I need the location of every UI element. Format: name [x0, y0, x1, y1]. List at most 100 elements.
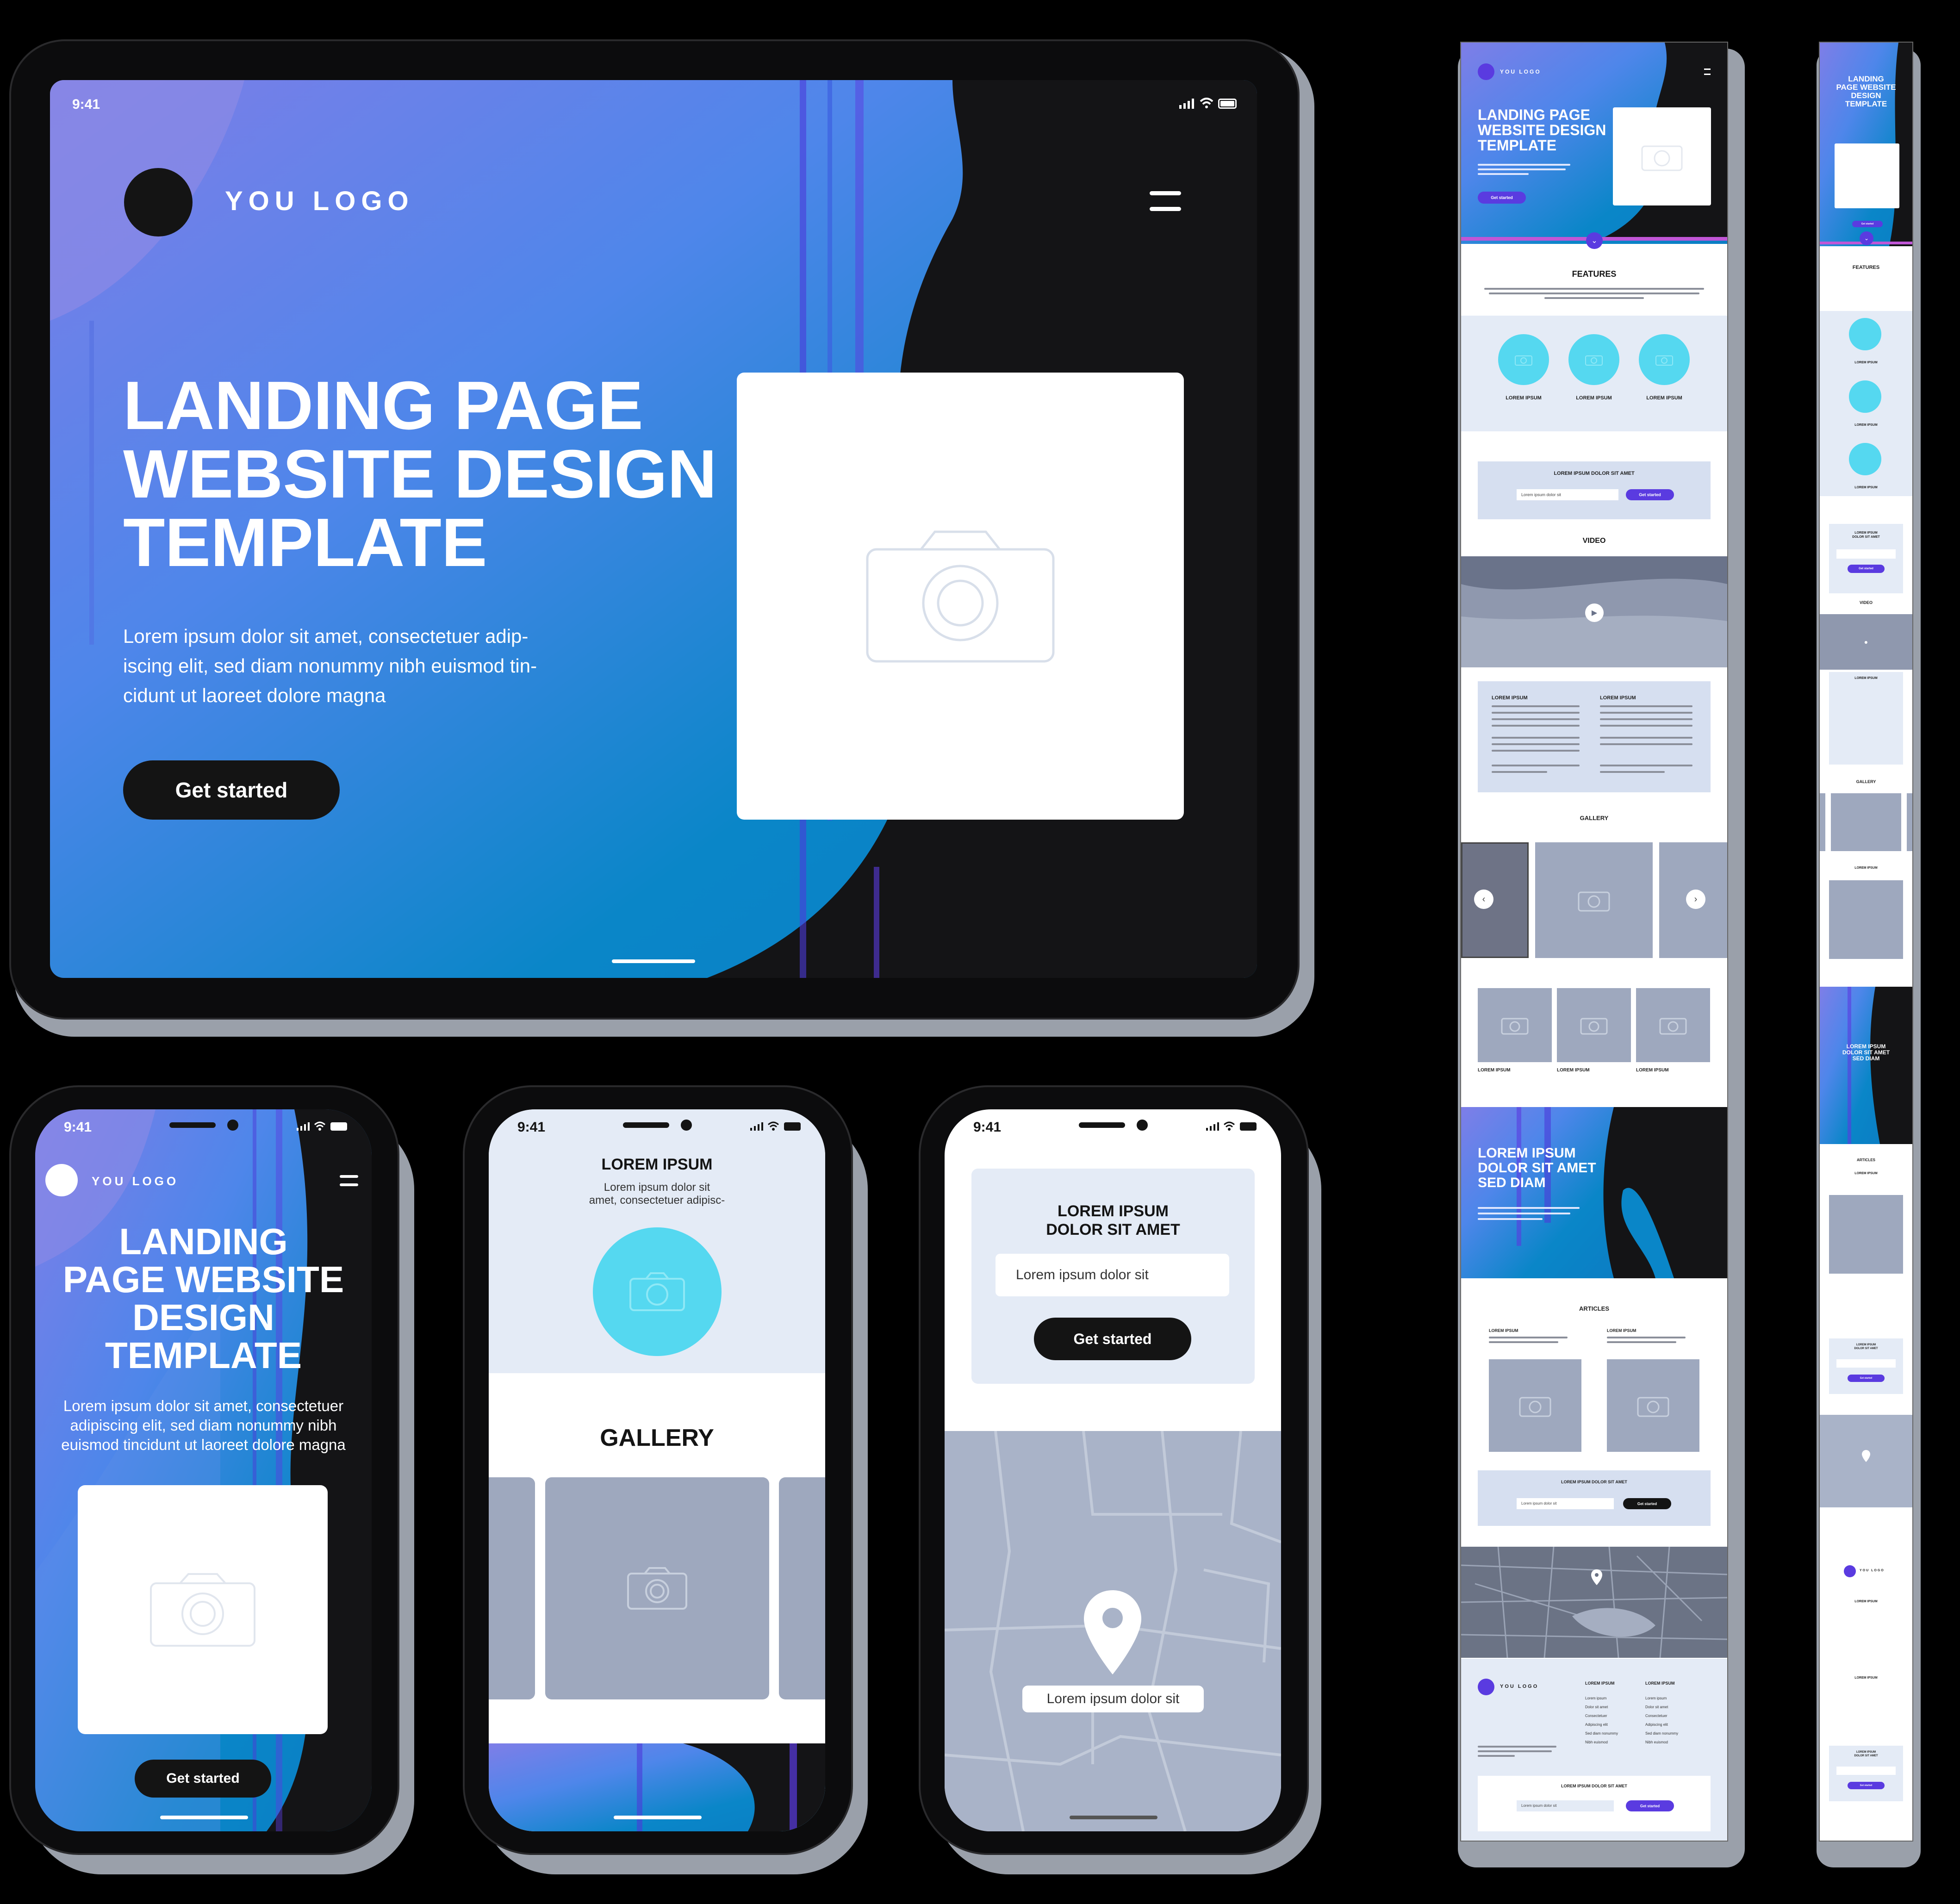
text-title: LOREM IPSUM [1854, 677, 1878, 680]
get-started-button[interactable]: Get started [1848, 565, 1885, 573]
logo-mark[interactable] [1844, 1565, 1856, 1577]
text-placeholder [1478, 1213, 1570, 1214]
logo-mark[interactable] [1478, 1679, 1494, 1695]
gallery-side-image[interactable] [489, 1477, 535, 1699]
hamburger-icon[interactable] [340, 1175, 358, 1186]
phone3-status-time: 9:41 [973, 1120, 1002, 1135]
camera-icon [1641, 145, 1683, 171]
get-started-button[interactable]: Get started [1848, 1375, 1885, 1382]
phone3-camera [1137, 1120, 1148, 1131]
get-started-button[interactable]: Get started [1626, 1800, 1674, 1811]
home-indicator [614, 1816, 702, 1819]
chevron-right-icon[interactable]: › [1686, 890, 1705, 909]
get-started-button[interactable]: Get started [135, 1760, 271, 1798]
form-input[interactable] [1836, 549, 1896, 559]
form-input[interactable]: Lorem ipsum dolor sit [996, 1254, 1229, 1296]
text-placeholder [1478, 1750, 1552, 1752]
form-title-line: LOREM IPSUM [1856, 1344, 1876, 1346]
article-image[interactable] [1829, 1195, 1903, 1274]
camera-icon [1580, 1018, 1608, 1035]
footer-logo-text[interactable]: YOU LOGO [1860, 1569, 1885, 1572]
footer-link[interactable]: Nibh euismod [1645, 1738, 1678, 1747]
thumb-image[interactable] [1478, 988, 1552, 1062]
phone2-notch [623, 1122, 669, 1128]
footer-link[interactable]: Dolor sit amet [1585, 1703, 1618, 1711]
gallery-title: GALLERY [600, 1425, 714, 1451]
form-input[interactable] [1836, 1767, 1896, 1775]
gallery-main-image[interactable] [545, 1477, 769, 1699]
chevron-left-icon[interactable]: ‹ [1474, 890, 1493, 909]
form-input[interactable]: Lorem ipsum dolor sit [1517, 489, 1618, 500]
logo-text[interactable]: YOU LOGO [225, 186, 414, 217]
phone2-camera [681, 1120, 692, 1131]
footer-link[interactable]: Adipiscing elit [1585, 1720, 1618, 1729]
video-player[interactable]: ● [1820, 614, 1912, 670]
get-started-button[interactable]: Get started [123, 760, 340, 820]
get-started-button[interactable]: Get started [1626, 489, 1674, 500]
article-image[interactable] [1607, 1359, 1699, 1452]
hamburger-icon[interactable] [1150, 191, 1181, 212]
map-pin-icon[interactable] [1591, 1569, 1603, 1586]
thumb-image[interactable] [1636, 988, 1710, 1062]
get-started-button[interactable]: Get started [1478, 192, 1526, 204]
headline-line: DESIGN [1851, 91, 1881, 100]
footer-link[interactable]: Nibh euismod [1585, 1738, 1618, 1747]
gallery-main-image[interactable] [1831, 793, 1901, 851]
gallery-side-image[interactable] [1461, 842, 1529, 958]
form-input[interactable]: Lorem ipsum dolor sit [1517, 1800, 1614, 1811]
text-placeholder [1492, 718, 1580, 720]
camera-icon [629, 1272, 685, 1311]
phone2-subtitle: Lorem ipsum dolor sit amet, consectetuer… [489, 1181, 825, 1207]
footer-logo-text[interactable]: YOU LOGO [1500, 1684, 1538, 1689]
text-placeholder [1478, 1746, 1556, 1748]
get-started-button[interactable]: Get started [1034, 1318, 1191, 1360]
footer-link[interactable]: Consectetuer [1585, 1711, 1618, 1720]
gallery-side-image[interactable] [1820, 793, 1825, 851]
logo-text[interactable]: YOU LOGO [92, 1174, 179, 1188]
logo-mark[interactable] [45, 1164, 78, 1196]
tablet-screen: 9:41 YOU LOGO LANDING PAGE WEBSITE DESIG… [50, 80, 1257, 978]
map-pin-icon[interactable] [1081, 1588, 1144, 1676]
gallery-side-image[interactable] [779, 1477, 825, 1699]
form-input[interactable] [1836, 1359, 1896, 1368]
get-started-button[interactable]: Get started [1623, 1498, 1671, 1509]
footer-link[interactable]: Adipiscing elit [1645, 1720, 1678, 1729]
scroll-down-button[interactable]: ⌄ [1586, 232, 1603, 249]
thumb-image[interactable] [1829, 880, 1903, 959]
footer-link[interactable]: Consectetuer [1645, 1711, 1678, 1720]
get-started-button[interactable]: Get started [1848, 1782, 1885, 1789]
battery-icon [330, 1122, 347, 1131]
footer-link[interactable]: Sed diam nonummy [1645, 1729, 1678, 1738]
article-image[interactable] [1489, 1359, 1581, 1452]
get-started-button[interactable]: Get started [1852, 221, 1883, 227]
footer-link[interactable]: Lorem ipsum [1585, 1694, 1618, 1703]
logo-mark[interactable] [124, 168, 193, 236]
mobile-hero-headline: LANDING PAGE WEBSITE DESIGN TEMPLATE [1820, 75, 1912, 108]
play-icon[interactable]: ▶ [1585, 604, 1604, 622]
phone2-title: LOREM IPSUM [601, 1156, 713, 1173]
scroll-down-button[interactable]: ⌄ [1860, 231, 1873, 245]
headline-line: TEMPLATE [123, 504, 487, 581]
feature-label: LOREM IPSUM [1854, 361, 1878, 364]
map-view[interactable] [1461, 1547, 1727, 1658]
map-pin-icon[interactable] [1861, 1450, 1871, 1462]
gallery-main-image[interactable] [1535, 842, 1653, 958]
phone1-headline: LANDING PAGE WEBSITE DESIGN TEMPLATE [35, 1223, 372, 1375]
footer-link[interactable]: Dolor sit amet [1645, 1703, 1678, 1711]
logo-text[interactable]: YOU LOGO [1500, 68, 1541, 75]
footer-link[interactable]: Sed diam nonummy [1585, 1729, 1618, 1738]
mobile-page: LANDING PAGE WEBSITE DESIGN TEMPLATE Get… [1819, 42, 1913, 1842]
thumb-image[interactable] [1557, 988, 1631, 1062]
promo-background [1461, 1107, 1727, 1278]
logo-mark[interactable] [1478, 63, 1494, 80]
text-placeholder [1492, 750, 1580, 752]
headline-line: WEBSITE DESIGN [1478, 122, 1606, 138]
gallery-side-image[interactable] [1907, 793, 1912, 851]
articles-title: ARTICLES [1579, 1305, 1609, 1312]
hamburger-icon[interactable] [1704, 68, 1711, 75]
footer-link[interactable]: Lorem ipsum [1645, 1694, 1678, 1703]
map-label: Lorem ipsum dolor sit [1022, 1686, 1204, 1712]
form-input[interactable]: Lorem ipsum dolor sit [1517, 1498, 1614, 1509]
text-placeholder [1492, 705, 1580, 707]
body-line: adipiscing elit, sed diam nonummy nibh [70, 1417, 337, 1434]
